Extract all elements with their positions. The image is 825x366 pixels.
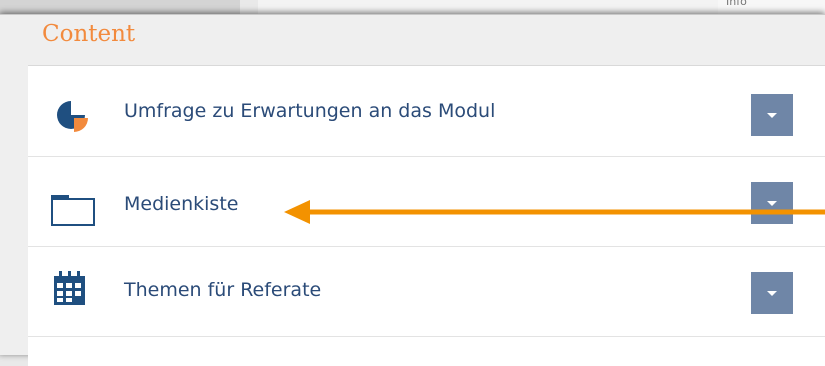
chevron-down-icon (767, 291, 777, 296)
item-actions-button[interactable] (751, 94, 793, 136)
item-actions-button[interactable] (751, 182, 793, 224)
list-item-label[interactable]: Themen für Referate (124, 279, 321, 301)
list-item-label[interactable]: Umfrage zu Erwartungen an das Modul (124, 100, 495, 122)
calendar-icon (54, 271, 85, 305)
list-item-survey[interactable]: Umfrage zu Erwartungen an das Modul (28, 66, 825, 157)
chevron-down-icon (767, 113, 777, 118)
background-info-text: Info (726, 0, 747, 8)
background-window-edge (258, 0, 718, 15)
list-item-presentation-topics[interactable]: Themen für Referate (28, 246, 825, 337)
list-item-media-box[interactable]: Medienkiste (28, 156, 825, 247)
folder-icon (51, 195, 95, 226)
panel-title: Content (42, 21, 136, 47)
content-list: Umfrage zu Erwartungen an das Modul Medi… (28, 65, 825, 366)
list-item-label[interactable]: Medienkiste (124, 193, 238, 215)
content-panel: Content Umfrage zu Erwartungen an das Mo… (0, 14, 825, 366)
pie-chart-icon (57, 101, 88, 132)
chevron-down-icon (767, 201, 777, 206)
item-actions-button[interactable] (751, 272, 793, 314)
